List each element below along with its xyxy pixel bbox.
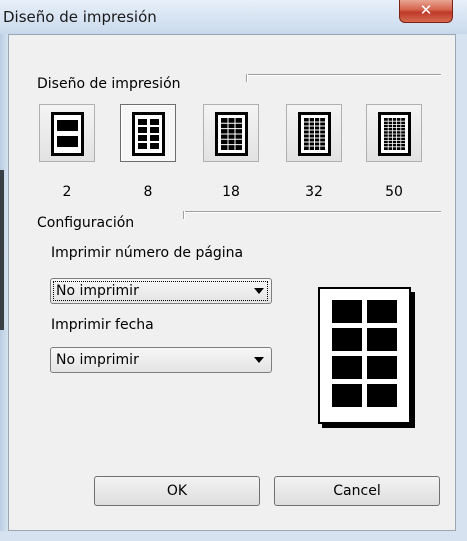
preview-shadow <box>322 424 415 428</box>
layout-2-icon <box>51 112 84 156</box>
window-frame-right <box>456 34 467 541</box>
preview-shadow <box>411 292 415 427</box>
layout-option-2-label: 2 <box>62 184 72 200</box>
print-layout-dialog: Diseño de impresión ✕ Diseño de impresió… <box>0 0 467 541</box>
layout-option-50-button[interactable] <box>366 104 422 162</box>
page-number-label: Imprimir número de página <box>51 245 244 261</box>
layout-option-18-label: 18 <box>222 184 240 200</box>
layout-group-label: Diseño de impresión <box>37 76 181 92</box>
preview-cell <box>367 328 397 351</box>
layout-option-50-label: 50 <box>385 184 403 200</box>
layout-option-32-button[interactable] <box>286 104 342 162</box>
preview-cell <box>332 356 362 379</box>
layout-option-8-label: 8 <box>143 184 153 200</box>
window-frame-shadow <box>0 170 4 330</box>
preview-cell <box>367 384 397 407</box>
layout-option-32-label: 32 <box>305 184 323 200</box>
preview-cell <box>332 384 362 407</box>
layout-preview <box>318 287 411 424</box>
window-frame-bottom <box>0 531 467 541</box>
layout-18-icon <box>215 112 248 156</box>
layout-group-divider-cap <box>246 74 248 82</box>
close-button[interactable]: ✕ <box>399 0 453 23</box>
layout-8-icon <box>132 112 165 156</box>
config-group-divider <box>183 211 441 213</box>
date-select[interactable]: No imprimir <box>50 347 272 373</box>
config-group-label: Configuración <box>37 215 135 231</box>
layout-option-18-button[interactable] <box>203 104 259 162</box>
layout-option-8-button[interactable] <box>120 104 176 162</box>
page-number-value: No imprimir <box>56 283 139 299</box>
layout-50-icon <box>378 112 411 156</box>
preview-cell <box>367 300 397 323</box>
chevron-down-icon <box>254 357 264 363</box>
page-number-select[interactable]: No imprimir <box>50 278 272 304</box>
preview-cell <box>332 328 362 351</box>
config-group-divider-cap <box>183 211 185 219</box>
date-value: No imprimir <box>56 352 139 368</box>
close-icon: ✕ <box>419 1 433 19</box>
layout-group-divider <box>246 74 441 76</box>
cancel-button[interactable]: Cancel <box>274 476 440 506</box>
layout-32-icon <box>298 112 331 156</box>
window-title: Diseño de impresión <box>3 8 157 26</box>
chevron-down-icon <box>254 288 264 294</box>
ok-button[interactable]: OK <box>94 476 260 506</box>
date-label: Imprimir fecha <box>51 317 154 333</box>
layout-option-2-button[interactable] <box>39 104 95 162</box>
preview-cell <box>332 300 362 323</box>
title-bar: Diseño de impresión ✕ <box>0 0 467 34</box>
preview-cell <box>367 356 397 379</box>
